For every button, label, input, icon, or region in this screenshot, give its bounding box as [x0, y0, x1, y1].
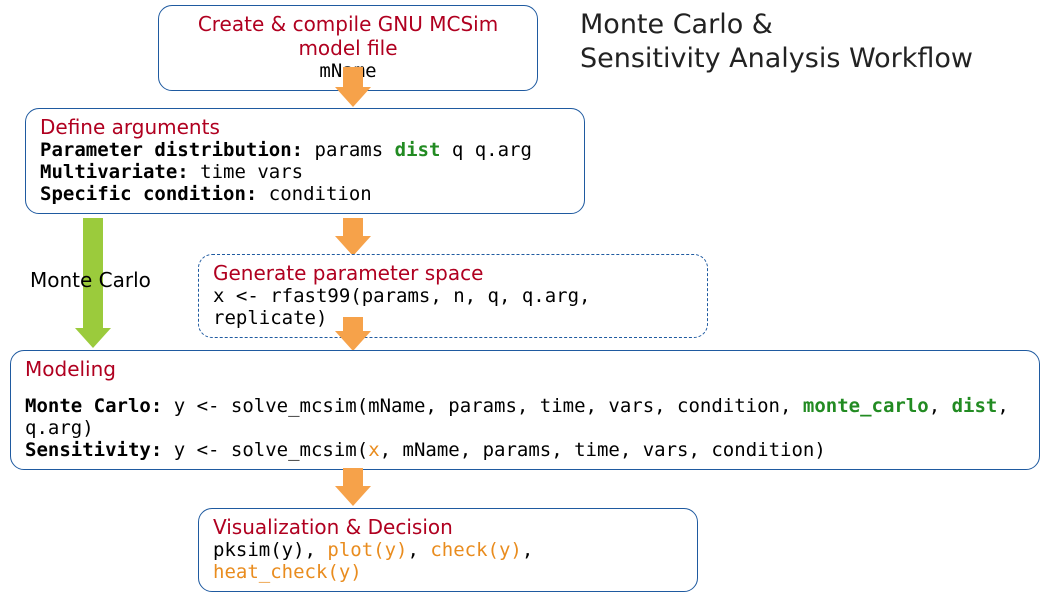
- box4-title: Modeling: [25, 357, 1025, 381]
- box4-se-line: Sensitivity: y <- solve_mcsim(x, mName, …: [25, 439, 1025, 461]
- box-visualization-decision: Visualization & Decision pksim(y), plot(…: [198, 508, 698, 592]
- box5-title: Visualization & Decision: [213, 515, 683, 539]
- box-define-arguments: Define arguments Parameter distribution:…: [25, 108, 585, 214]
- arrow-2: [335, 218, 371, 256]
- box4-mc-line: Monte Carlo: y <- solve_mcsim(mName, par…: [25, 395, 1025, 439]
- box-generate-parameter-space: Generate parameter space x <- rfast99(pa…: [198, 254, 708, 338]
- page-title: Monte Carlo & Sensitivity Analysis Workf…: [580, 8, 973, 76]
- box2-title: Define arguments: [40, 115, 570, 139]
- box-modeling: Modeling Monte Carlo: y <- solve_mcsim(m…: [10, 350, 1040, 470]
- box3-title: Generate parameter space: [213, 261, 693, 285]
- box2-line3: Specific condition: condition: [40, 183, 570, 205]
- box2-line1: Parameter distribution: params dist q q.…: [40, 139, 570, 161]
- monte-carlo-label: Monte Carlo: [30, 268, 151, 292]
- title-line-1: Monte Carlo &: [580, 9, 773, 40]
- arrow-4: [335, 468, 371, 506]
- arrow-3: [335, 317, 371, 351]
- title-line-2: Sensitivity Analysis Workflow: [580, 43, 973, 74]
- box5-code: pksim(y), plot(y), check(y), heat_check(…: [213, 539, 683, 583]
- box3-code: x <- rfast99(params, n, q, q.arg, replic…: [213, 285, 693, 329]
- arrow-1: [335, 67, 371, 107]
- box1-title: Create & compile GNU MCSim model file: [173, 12, 523, 60]
- box2-line2: Multivariate: time vars: [40, 161, 570, 183]
